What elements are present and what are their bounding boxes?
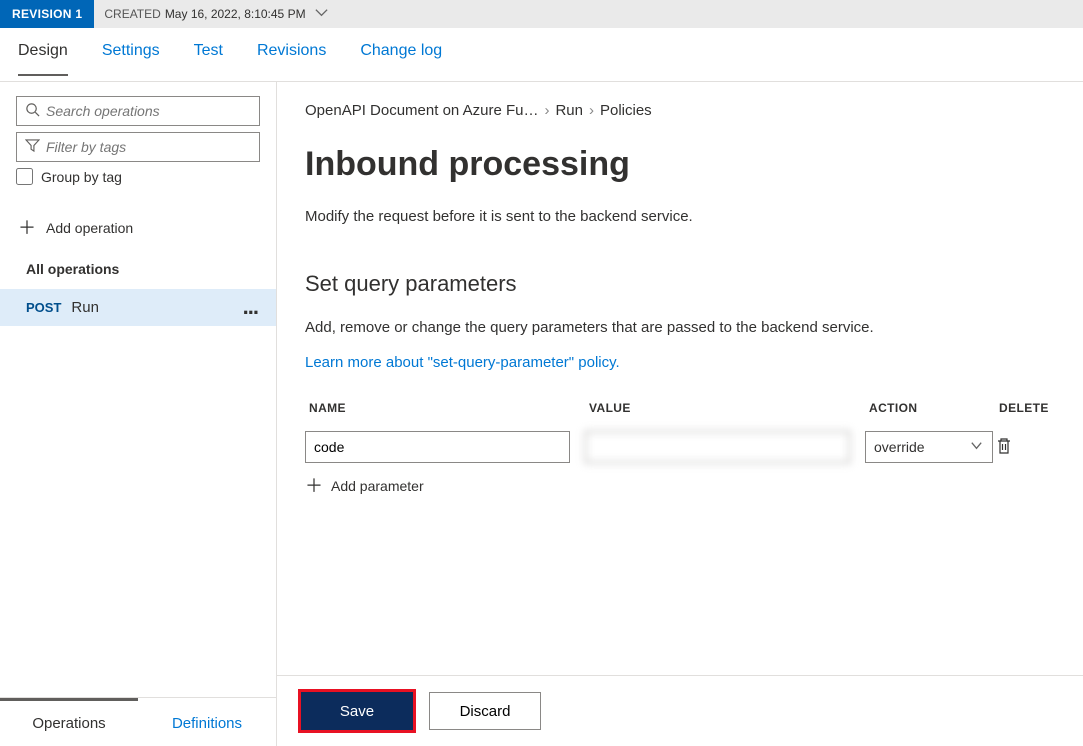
add-operation-label: Add operation [46, 220, 133, 236]
chevron-down-icon [310, 5, 329, 23]
breadcrumb-policies: Policies [600, 102, 652, 119]
top-tabs: Design Settings Test Revisions Change lo… [0, 28, 1083, 82]
tab-settings[interactable]: Settings [102, 42, 160, 74]
th-value: VALUE [585, 395, 865, 421]
breadcrumb-api[interactable]: OpenAPI Document on Azure Fu… [305, 102, 538, 119]
group-by-tag[interactable]: Group by tag [16, 168, 260, 185]
param-action-value: override [874, 439, 925, 455]
page-title: Inbound processing [305, 145, 1055, 184]
footer-actions: Save Discard [277, 675, 1083, 746]
tab-design[interactable]: Design [18, 42, 68, 76]
filter-input[interactable] [16, 132, 260, 162]
breadcrumb: OpenAPI Document on Azure Fu… › Run › Po… [305, 102, 1055, 119]
chevron-down-icon [969, 438, 984, 456]
param-action-select[interactable]: override [865, 431, 993, 463]
tab-definitions[interactable]: Definitions [138, 698, 276, 746]
main-panel: OpenAPI Document on Azure Fu… › Run › Po… [277, 82, 1083, 746]
save-button[interactable]: Save [301, 692, 413, 730]
operations-sidebar: Group by tag ＋ Add operation All operati… [0, 82, 277, 746]
filter-field[interactable] [46, 139, 251, 155]
add-parameter-button[interactable]: ＋ Add parameter [305, 473, 1055, 495]
chevron-right-icon: › [589, 102, 594, 119]
discard-button[interactable]: Discard [429, 692, 541, 730]
chevron-right-icon: › [544, 102, 549, 119]
created-at: May 16, 2022, 8:10:45 PM [165, 7, 306, 21]
learn-more-link[interactable]: Learn more about "set-query-parameter" p… [305, 354, 620, 371]
all-operations-header[interactable]: All operations [0, 245, 276, 289]
search-field[interactable] [46, 103, 251, 119]
group-label: Group by tag [41, 169, 122, 185]
group-checkbox[interactable] [16, 168, 33, 185]
section-title: Set query parameters [305, 271, 1055, 297]
operation-item[interactable]: POST Run ... [0, 289, 276, 326]
plus-icon: ＋ [305, 477, 323, 495]
delete-param-button[interactable] [995, 437, 1013, 458]
operation-name: Run [71, 299, 232, 316]
tab-operations[interactable]: Operations [0, 698, 138, 746]
ellipsis-icon[interactable]: ... [243, 303, 258, 312]
param-value-input[interactable] [585, 431, 850, 463]
tab-revisions[interactable]: Revisions [257, 42, 326, 74]
operation-method: POST [26, 300, 61, 315]
param-name-input[interactable] [305, 431, 570, 463]
th-name: NAME [305, 395, 585, 421]
th-action: ACTION [865, 395, 995, 421]
tab-test[interactable]: Test [194, 42, 223, 74]
revision-dropdown[interactable]: CREATED May 16, 2022, 8:10:45 PM [94, 0, 338, 28]
plus-icon: ＋ [18, 219, 36, 237]
search-input[interactable] [16, 96, 260, 126]
created-label: CREATED [104, 7, 160, 21]
add-operation-button[interactable]: ＋ Add operation [0, 211, 276, 245]
revision-badge: REVISION 1 [0, 0, 94, 28]
breadcrumb-run[interactable]: Run [555, 102, 583, 119]
page-subtitle: Modify the request before it is sent to … [305, 208, 1055, 225]
param-table: NAME VALUE ACTION DELETE override ＋ [305, 395, 1055, 495]
add-parameter-label: Add parameter [331, 478, 424, 494]
tab-changelog[interactable]: Change log [360, 42, 442, 74]
search-icon [25, 102, 40, 120]
filter-icon [25, 138, 40, 156]
revision-bar: REVISION 1 CREATED May 16, 2022, 8:10:45… [0, 0, 1083, 28]
th-delete: DELETE [995, 395, 1055, 421]
sidebar-bottom-tabs: Operations Definitions [0, 697, 276, 746]
section-desc: Add, remove or change the query paramete… [305, 319, 1055, 336]
